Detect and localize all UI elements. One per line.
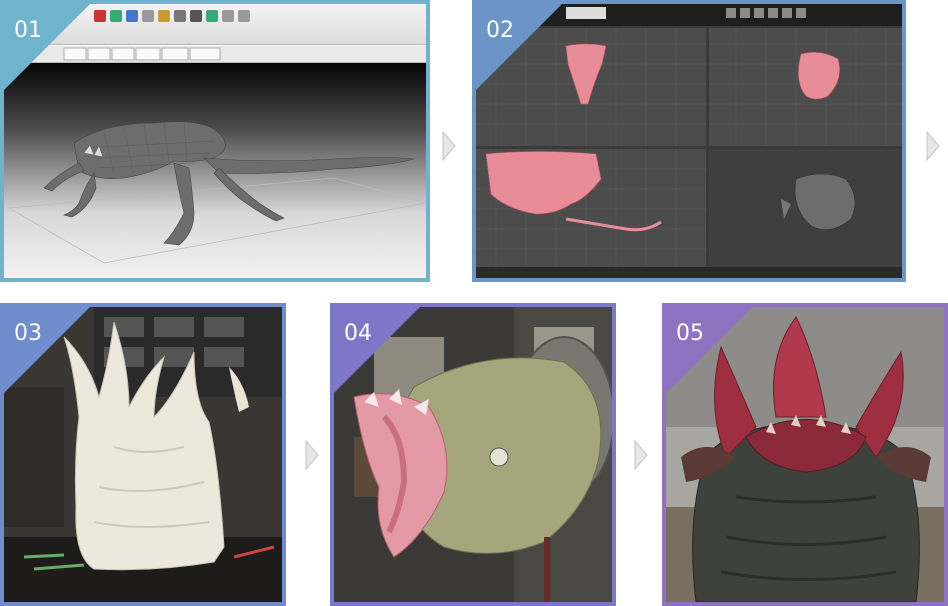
step-02-badge: 02 xyxy=(476,4,562,90)
chevron-right-icon xyxy=(926,130,940,162)
step-03-number: 03 xyxy=(14,321,42,346)
step-04-number: 04 xyxy=(344,321,372,346)
chevron-right-icon xyxy=(634,439,648,471)
step-03-badge: 03 xyxy=(4,307,90,393)
step-02-panel: 02 xyxy=(472,0,906,282)
step-04-panel: 04 xyxy=(330,303,616,606)
step-05-badge: 05 xyxy=(666,307,752,393)
step-05-panel: 05 xyxy=(662,303,948,606)
chevron-right-icon xyxy=(442,130,456,162)
step-01-panel: 01 xyxy=(0,0,430,282)
step-04-badge: 04 xyxy=(334,307,420,393)
chevron-right-icon xyxy=(305,439,319,471)
step-01-badge: 01 xyxy=(4,4,90,90)
step-01-number: 01 xyxy=(14,18,42,43)
step-02-number: 02 xyxy=(486,18,514,43)
step-05-number: 05 xyxy=(676,321,704,346)
step-03-panel: 03 xyxy=(0,303,286,606)
3d-viewport xyxy=(4,63,426,278)
